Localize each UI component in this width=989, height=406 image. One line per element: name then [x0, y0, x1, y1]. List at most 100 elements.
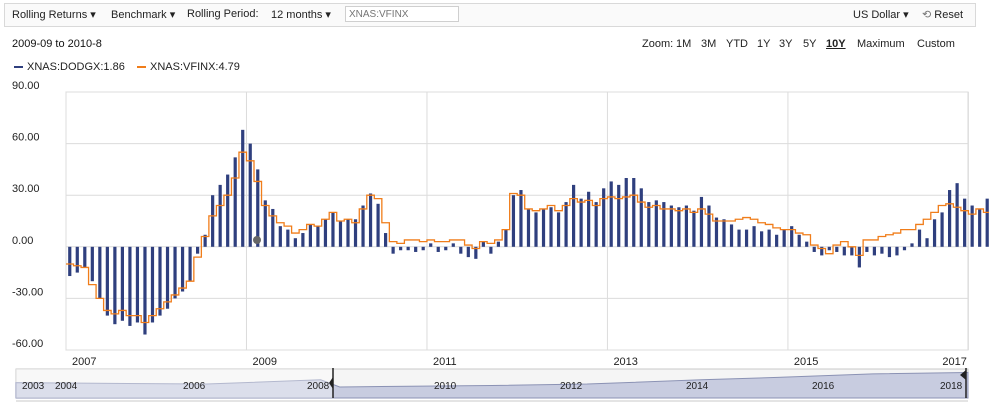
- navigator-label: 2003: [22, 381, 45, 392]
- bar: [737, 229, 741, 247]
- bar: [459, 246, 463, 254]
- bar: [760, 231, 764, 247]
- bar: [692, 210, 696, 247]
- bar: [519, 190, 523, 247]
- bar: [609, 181, 613, 247]
- bar: [436, 246, 440, 252]
- bar: [617, 184, 621, 247]
- bar: [880, 246, 884, 254]
- bar: [226, 174, 230, 247]
- bar: [970, 205, 974, 247]
- bar: [135, 246, 140, 323]
- rolling-returns-chart: 90.00 60.00 30.00 0.00 -30.00 -60.00 2007 2009…: [12, 80, 989, 402]
- x-tick-label: 2007: [72, 356, 96, 368]
- y-tick-label: 90.00: [12, 80, 40, 92]
- bar: [180, 246, 185, 292]
- bar: [278, 226, 282, 247]
- bar: [376, 203, 380, 247]
- bar: [699, 196, 704, 247]
- bar: [338, 221, 343, 247]
- bar: [624, 178, 628, 247]
- bar: [429, 243, 433, 247]
- bar: [639, 188, 643, 247]
- bar: [120, 246, 124, 321]
- bar: [90, 246, 94, 282]
- navigator-label: 2006: [183, 381, 206, 392]
- bar: [414, 246, 418, 252]
- bar: [399, 246, 403, 251]
- bar: [925, 238, 929, 247]
- bar: [654, 200, 658, 247]
- hover-marker: [253, 236, 261, 244]
- bar: [241, 129, 245, 247]
- bar: [293, 238, 297, 247]
- bar: [150, 246, 155, 323]
- bar: [835, 246, 839, 252]
- bar: [331, 212, 335, 247]
- bar: [218, 184, 222, 247]
- bar: [556, 212, 561, 247]
- y-axis-labels: 90.00 60.00 30.00 0.00 -30.00 -60.00: [12, 80, 43, 350]
- bar: [361, 205, 365, 247]
- x-tick-label: 2009: [252, 356, 276, 368]
- bar: [406, 246, 410, 251]
- navigator-label: 2014: [686, 381, 709, 392]
- y-tick-label: -30.00: [12, 286, 43, 298]
- bar: [579, 198, 583, 247]
- bar: [940, 212, 944, 247]
- bar: [323, 219, 328, 247]
- bar: [752, 226, 756, 247]
- bar: [263, 200, 267, 247]
- bar: [271, 208, 275, 247]
- bar: [985, 198, 989, 247]
- bar: [68, 246, 72, 277]
- bar: [541, 208, 546, 247]
- bar: [812, 246, 816, 252]
- bar: [714, 217, 719, 247]
- navigator-label: 2010: [434, 381, 457, 392]
- bar: [421, 246, 425, 251]
- bar: [173, 246, 177, 299]
- bar: [391, 246, 395, 254]
- x-tick-label: 2013: [613, 356, 637, 368]
- bar: [978, 208, 982, 247]
- bar: [767, 229, 771, 247]
- bar: [233, 157, 237, 247]
- bar: [105, 246, 109, 316]
- bar: [444, 246, 448, 251]
- x-tick-label: 2011: [433, 356, 457, 368]
- bar: [248, 143, 252, 247]
- bar: [113, 246, 117, 325]
- y-tick-label: 30.00: [12, 183, 40, 195]
- bar: [632, 178, 636, 247]
- bar: [594, 202, 598, 247]
- bar: [895, 246, 899, 256]
- bar: [744, 229, 749, 247]
- bar: [504, 229, 508, 247]
- bar: [932, 219, 937, 247]
- bar: [489, 246, 493, 254]
- navigator-label: 2018: [940, 381, 963, 392]
- bar: [955, 183, 959, 247]
- bar: [872, 246, 876, 256]
- bar: [850, 246, 854, 256]
- bar: [729, 224, 734, 247]
- bar: [948, 190, 952, 247]
- bar: [211, 195, 215, 247]
- bar: [384, 233, 388, 247]
- bar: [669, 205, 673, 247]
- bar: [143, 246, 147, 335]
- bar: [158, 246, 162, 316]
- bar: [466, 246, 470, 258]
- bar: [902, 246, 907, 251]
- bar: [887, 246, 892, 258]
- bar: [564, 202, 568, 247]
- bar: [165, 246, 170, 309]
- bar: [526, 208, 531, 247]
- bar: [910, 243, 914, 247]
- bar: [842, 246, 846, 256]
- bar: [346, 219, 350, 247]
- bar: [128, 246, 132, 326]
- navigator-label: 2008: [307, 381, 330, 392]
- x-axis-labels: 2007 2009 2011 2013 2015 2017: [72, 356, 967, 368]
